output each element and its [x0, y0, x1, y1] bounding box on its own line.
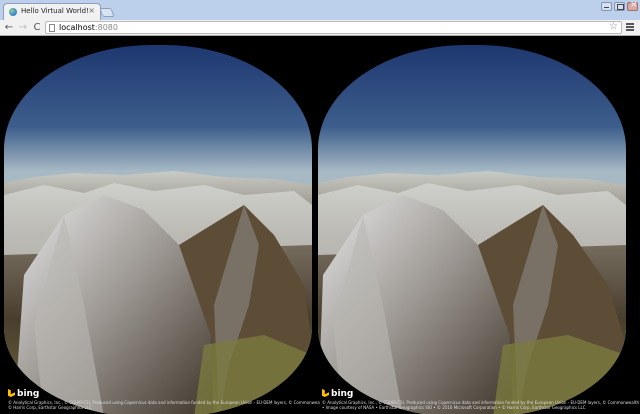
bing-logo-right[interactable]: bing — [322, 389, 353, 399]
minimize-button[interactable] — [601, 2, 612, 11]
credit-line: • Image courtesy of NASA • Earthstar Geo… — [322, 405, 586, 410]
vr-viewport[interactable]: bing bing © Analytical Graphics, Inc., ©… — [0, 37, 640, 414]
right-eye-view[interactable] — [318, 45, 626, 414]
bing-label: bing — [331, 389, 354, 399]
tab-hello-virtual-world[interactable]: Hello Virtual World! × — [3, 3, 101, 20]
url-text: localhost:8080 — [59, 23, 118, 32]
page-icon — [49, 24, 55, 32]
browser-window: Hello Virtual World! × ← → C localhost:8… — [0, 0, 640, 414]
tab-title: Hello Virtual World! — [21, 7, 89, 15]
credits-left: © Analytical Graphics, Inc., © CGIAR-CSI… — [8, 400, 320, 410]
bing-label: bing — [17, 389, 40, 399]
maximize-button[interactable] — [614, 2, 625, 11]
url-port: :8080 — [94, 23, 118, 32]
terrain-scene-left — [4, 45, 312, 414]
address-bar[interactable]: localhost:8080 ☆ — [45, 21, 622, 34]
bing-icon — [8, 389, 15, 397]
toolbar: ← → C localhost:8080 ☆ — [0, 20, 640, 36]
forward-button[interactable]: → — [17, 21, 29, 34]
reload-button[interactable]: C — [31, 21, 43, 34]
close-window-button[interactable] — [627, 0, 638, 11]
left-eye-view[interactable] — [4, 45, 312, 414]
back-button[interactable]: ← — [3, 21, 15, 34]
new-tab-button[interactable] — [99, 8, 115, 17]
close-tab-icon[interactable]: × — [88, 6, 95, 16]
bookmark-star-icon[interactable]: ☆ — [609, 21, 618, 32]
bing-icon — [322, 389, 329, 397]
bing-logo-left[interactable]: bing — [8, 389, 39, 399]
url-host: localhost — [59, 23, 95, 32]
credits-right: © Analytical Graphics, Inc., © CGIAR-CSI… — [322, 400, 640, 410]
tab-strip: Hello Virtual World! × — [0, 0, 640, 20]
credit-line: © Harris Corp, Earthstar Geographics LLC — [8, 405, 92, 410]
menu-icon[interactable] — [625, 22, 635, 33]
terrain-scene-right — [318, 45, 626, 414]
globe-icon — [9, 8, 17, 16]
